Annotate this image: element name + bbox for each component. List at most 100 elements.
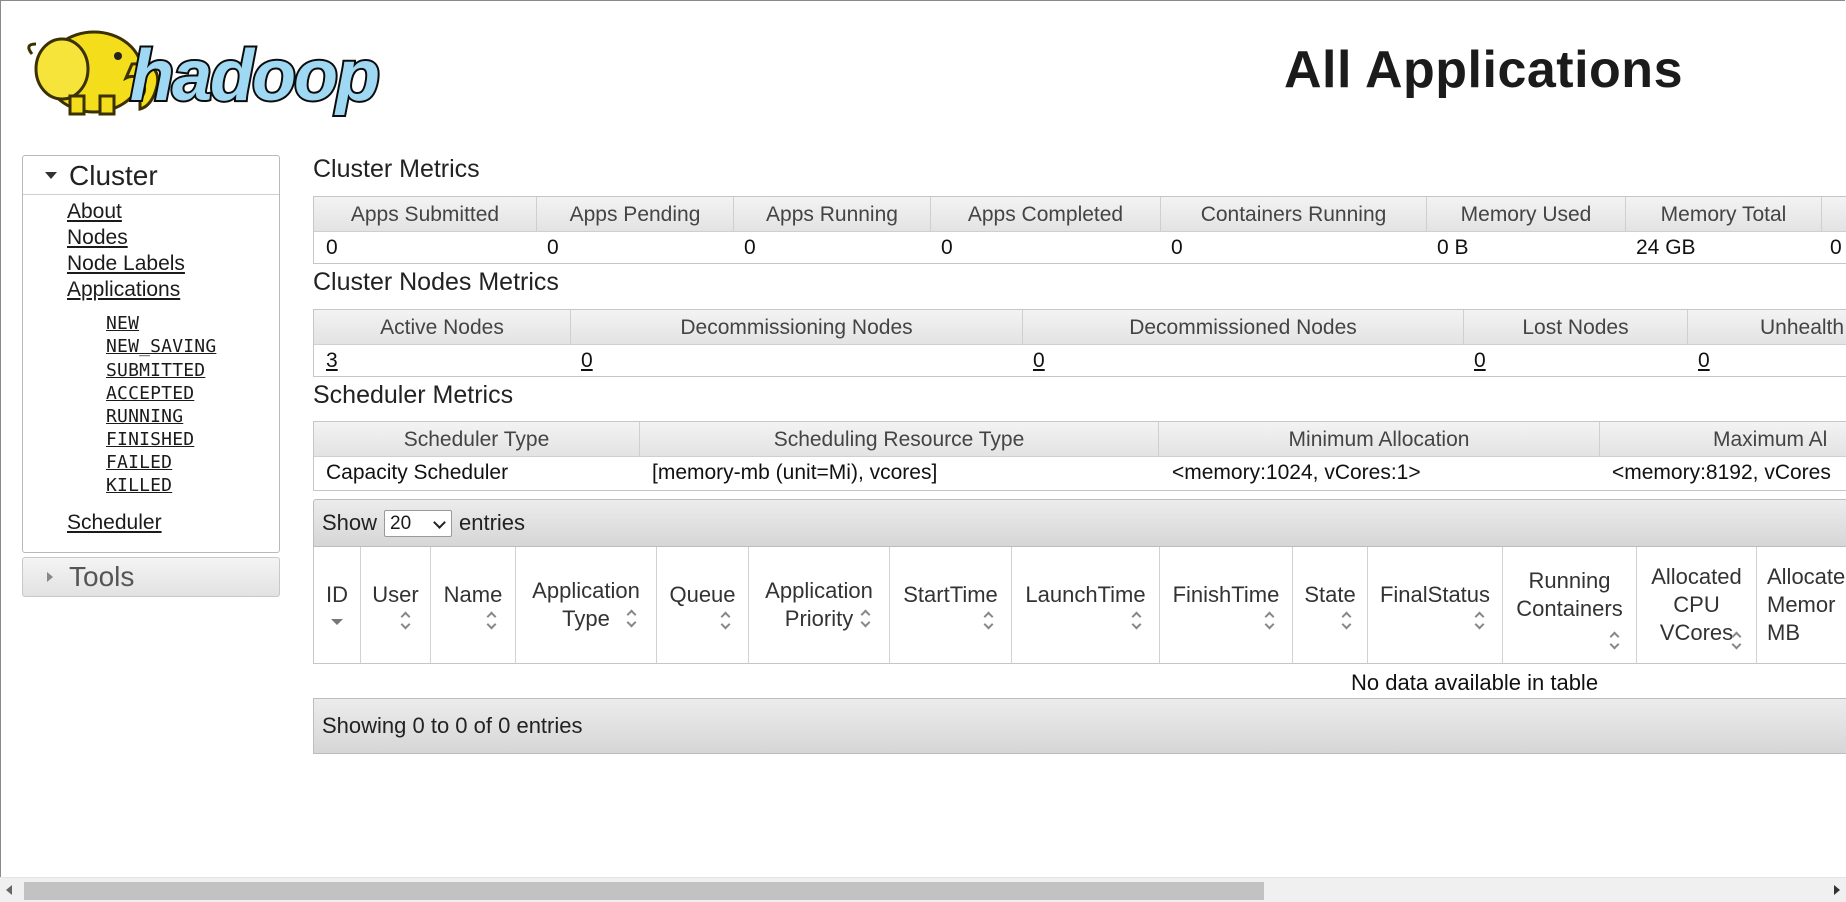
scroll-right-icon[interactable] [1834,885,1840,895]
entries-label: entries [459,510,526,535]
sort-icon [627,611,637,627]
sidebar-link-nodes[interactable]: Nodes [67,226,128,250]
value-decommissioning-nodes[interactable]: 0 [581,344,593,376]
svg-text:hadoop: hadoop [130,36,378,116]
sidebar-link-node-labels[interactable]: Node Labels [67,252,185,276]
header-scheduling-resource-type: Scheduling Resource Type [640,422,1159,456]
cluster-header[interactable]: Cluster [23,156,279,195]
sort-icon [487,613,497,629]
sort-icon [984,613,994,629]
sort-icon [1132,613,1142,629]
sidebar-link-scheduler[interactable]: Scheduler [67,511,162,535]
sidebar-state-accepted[interactable]: ACCEPTED [106,383,194,404]
sidebar-state-new-saving[interactable]: NEW_SAVING [106,336,216,357]
column-header-running-containers[interactable]: Running Containers [1503,547,1637,663]
column-header-state[interactable]: State [1293,547,1368,663]
column-header-application-priority[interactable]: Application Priority [749,547,890,663]
sidebar-state-killed[interactable]: KILLED [106,475,172,496]
scheduler-metrics-table: Scheduler Type Scheduling Resource Type … [313,421,1846,491]
sort-icon [1342,613,1352,629]
sort-icon [1610,633,1620,649]
value-memory-total: 24 GB [1636,236,1696,259]
header-lost-nodes: Lost Nodes [1464,310,1688,344]
value-memory-used: 0 B [1437,236,1469,259]
header-apps-completed: Apps Completed [931,197,1161,231]
table-length-toolbar: Show 20 entries [313,499,1846,547]
sort-icon [401,613,411,629]
sort-icon [861,611,871,627]
cluster-nodes-metrics-title: Cluster Nodes Metrics [313,268,559,296]
column-label: ID [326,582,348,607]
value-scheduler-type: Capacity Scheduler [326,461,509,484]
header-minimum-allocation: Minimum Allocation [1159,422,1600,456]
header-memory-used: Memory Used [1427,197,1626,231]
hadoop-logo: hadoop [27,30,382,118]
show-label: Show [322,510,378,535]
value-containers-running: 0 [1171,236,1183,259]
value-apps-submitted: 0 [326,236,338,259]
header-decommissioned-nodes: Decommissioned Nodes [1023,310,1464,344]
cluster-metrics-header-row: Apps Submitted Apps Pending Apps Running… [314,197,1846,232]
empty-table-message: No data available in table [1351,670,1599,695]
sort-desc-icon [331,619,343,625]
scheduler-metrics-title: Scheduler Metrics [313,381,514,409]
header-overflow [1822,197,1846,231]
column-header-finishtime[interactable]: FinishTime [1160,547,1293,663]
sidebar-link-about[interactable]: About [67,200,122,224]
column-header-allocated-cpu-vcores[interactable]: Allocated CPU VCores [1637,547,1757,663]
sidebar-cluster-panel: Cluster About Nodes Node Labels Applicat… [22,155,280,553]
value-active-nodes[interactable]: 3 [326,344,338,376]
expand-triangle-icon [45,172,57,179]
value-apps-completed: 0 [941,236,953,259]
cluster-label: Cluster [69,160,158,191]
column-header-id[interactable]: ID [314,547,361,663]
header-apps-submitted: Apps Submitted [314,197,537,231]
column-label: State [1304,582,1356,607]
value-maximum-allocation: <memory:8192, vCores [1612,461,1831,484]
scrollbar-thumb[interactable] [24,882,1264,900]
collapsed-triangle-icon [47,572,53,582]
column-header-launchtime[interactable]: LaunchTime [1012,547,1160,663]
column-label: Queue [669,582,736,607]
header-decommissioning-nodes: Decommissioning Nodes [571,310,1023,344]
column-header-allocated-memory[interactable]: Allocate Memor MB [1757,547,1846,663]
column-header-queue[interactable]: Queue [657,547,749,663]
page-size-value: 20 [390,513,412,534]
header-containers-running: Containers Running [1161,197,1427,231]
sidebar-state-running[interactable]: RUNNING [106,406,183,427]
value-apps-running: 0 [744,236,756,259]
header-memory-total: Memory Total [1626,197,1822,231]
sidebar-link-applications[interactable]: Applications [67,278,180,302]
page-size-select[interactable]: 20 [384,510,452,537]
value-lost-nodes[interactable]: 0 [1474,344,1486,376]
column-header-starttime[interactable]: StartTime [890,547,1012,663]
tools-label: Tools [69,561,135,592]
sidebar-state-new[interactable]: NEW [106,313,139,334]
value-apps-pending: 0 [547,236,559,259]
value-unhealthy-nodes[interactable]: 0 [1698,344,1710,376]
column-label: Name [443,582,503,607]
sidebar-tools-panel[interactable]: Tools [22,557,280,597]
sidebar-state-submitted[interactable]: SUBMITTED [106,360,205,381]
sort-icon [721,613,731,629]
column-header-name[interactable]: Name [431,547,516,663]
column-label: User [372,582,419,607]
sort-icon [1475,613,1485,629]
scheduler-metrics-header-row: Scheduler Type Scheduling Resource Type … [314,422,1846,457]
column-header-finalstatus[interactable]: FinalStatus [1368,547,1503,663]
value-decommissioned-nodes[interactable]: 0 [1033,344,1045,376]
column-header-user[interactable]: User [361,547,431,663]
sort-icon [1732,633,1742,649]
chevron-down-icon [433,516,446,529]
sidebar-state-finished[interactable]: FINISHED [106,429,194,450]
column-header-application-type[interactable]: Application Type [516,547,657,663]
cluster-nodes-metrics-table: Active Nodes Decommissioning Nodes Decom… [313,309,1846,377]
page-title: All Applications [1284,41,1683,99]
sidebar-state-failed[interactable]: FAILED [106,452,172,473]
column-label: Running Containers [1516,568,1623,621]
horizontal-scrollbar[interactable] [0,877,1846,902]
header-apps-running: Apps Running [734,197,931,231]
scroll-left-icon[interactable] [6,885,12,895]
sort-icon [1265,613,1275,629]
header-active-nodes: Active Nodes [314,310,571,344]
